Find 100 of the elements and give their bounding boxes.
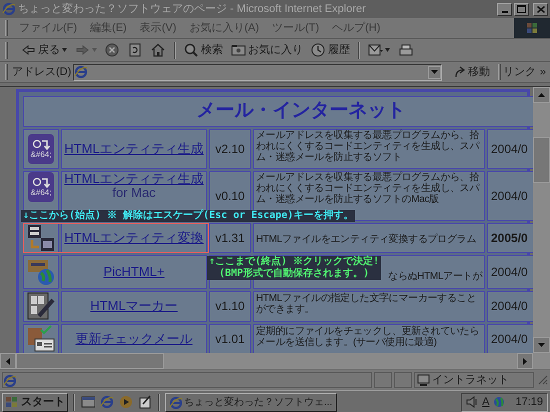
- status-panel: [374, 372, 392, 388]
- quick-launch-button[interactable]: [80, 394, 96, 410]
- section-heading: メール・インターネット: [196, 100, 406, 121]
- scroll-thumb[interactable]: [16, 353, 164, 369]
- version-text: v2.10: [215, 142, 245, 156]
- version-text: v0.10: [215, 188, 245, 202]
- home-icon: [151, 43, 166, 57]
- version-text: v1.31: [215, 230, 245, 244]
- clock-text: 17:19: [514, 394, 543, 410]
- description-text: HTMLファイルの指定した文字にマーカーすることができます。: [256, 292, 478, 314]
- clock-icon: [311, 43, 326, 57]
- ie-logo-icon: [169, 396, 182, 408]
- links-button[interactable]: リンク: [502, 64, 536, 80]
- notepad-icon: [138, 395, 152, 409]
- date-text: 2004/0: [491, 264, 528, 278]
- description-text: HTMLファイルをエンティティ変換するプログラム: [256, 234, 476, 244]
- end-hint-text: ↑ここまで(終点) ※クリックで決定!: [209, 256, 380, 268]
- window-title: ちょっと変わった？ソフトウェアのページ - Microsoft Internet Explorer: [18, 2, 367, 17]
- right-caret-icon: [523, 358, 527, 364]
- maximize-icon: [517, 5, 526, 13]
- globe-picture-icon: [27, 258, 55, 286]
- ie-logo-icon: [2, 2, 16, 16]
- up-caret-icon: [538, 93, 545, 97]
- refresh-icon: [128, 43, 143, 57]
- more-button[interactable]: »: [536, 64, 550, 80]
- ie-logo-icon: [100, 395, 114, 409]
- software-link[interactable]: PicHTML+: [103, 264, 165, 278]
- minimize-button[interactable]: [497, 2, 512, 16]
- close-button[interactable]: [533, 2, 548, 16]
- date-text: 2004/0: [491, 142, 528, 156]
- menu-item[interactable]: 表示(V): [134, 20, 182, 36]
- description-text: メールアドレスを収集する最悪プログラムから、拾われにくくするコードエンティティを生成し、スパム・迷惑メールを防止するソフト: [256, 130, 481, 162]
- globe-icon: [493, 396, 506, 408]
- toolbar-button[interactable]: 検索: [181, 40, 226, 60]
- mail-icon: [368, 43, 383, 57]
- scroll-thumb[interactable]: [533, 137, 550, 183]
- scroll-up-button[interactable]: [533, 87, 550, 103]
- menu-item[interactable]: 編集(E): [85, 20, 132, 36]
- desktop-icon: [81, 395, 95, 409]
- dropdown-caret-icon: [92, 48, 97, 52]
- folder-icon: [231, 43, 246, 57]
- dropdown-caret-icon: [385, 48, 390, 52]
- vertical-scrollbar[interactable]: [533, 87, 550, 353]
- menu-item[interactable]: お気に入り(A): [184, 20, 264, 36]
- security-zone-text: イントラネット: [432, 372, 509, 388]
- windows-flag-icon: [5, 396, 19, 408]
- description-text: メールアドレスを収集する最悪プログラムから、拾われにくくするコードエンティティを生成し、スパム・迷惑メールを防止するソフトのMac版: [256, 172, 481, 204]
- marker-pen-icon: [27, 292, 55, 320]
- toolbar-button[interactable]: お気に入り: [228, 40, 306, 60]
- page-icon: [3, 374, 16, 386]
- taskbar-window-button[interactable]: ちょっと変わった？ソフトウェ...: [165, 392, 337, 412]
- close-icon: [536, 6, 544, 12]
- menu-item[interactable]: ツール(T): [267, 20, 324, 36]
- input-mode-indicator[interactable]: A: [482, 394, 490, 410]
- description-text: 定期的にファイルをチェックし、更新されていたらメールを送信します。(サーバ使用に最適): [256, 326, 480, 348]
- start-hint-text: ↓ここから(始点) ※ 解除はエスケープ(Esc or Escape)キーを押す。: [23, 208, 354, 223]
- address-field[interactable]: [73, 64, 442, 80]
- date-text: 2004/0: [491, 188, 528, 202]
- scroll-right-button[interactable]: [517, 353, 533, 369]
- html-convert-icon: [27, 224, 55, 252]
- start-button[interactable]: スタート: [2, 392, 68, 412]
- scroll-left-button[interactable]: [0, 353, 16, 369]
- version-text: v1.10: [215, 299, 245, 313]
- left-caret-icon: [6, 358, 10, 364]
- dropdown-button[interactable]: [428, 66, 441, 78]
- quick-launch-button[interactable]: [137, 394, 153, 410]
- dropdown-caret-icon: [430, 70, 438, 74]
- speaker-icon: [466, 396, 478, 408]
- windows-flag-icon: [526, 22, 538, 34]
- platform-label: for Mac: [112, 184, 156, 200]
- minimize-icon: [502, 11, 508, 13]
- horizontal-scrollbar[interactable]: [0, 353, 550, 369]
- status-panel: [394, 372, 412, 388]
- search-icon: [184, 43, 199, 57]
- toolbar-button[interactable]: 戻る: [18, 40, 70, 60]
- end-hint-text: (BMP形式で自動保存されます。): [218, 268, 370, 280]
- menu-item[interactable]: ファイル(F): [14, 20, 82, 36]
- back-arrow-icon: [21, 43, 36, 57]
- software-link[interactable]: HTMLエンティティ生成: [64, 170, 204, 186]
- scroll-down-button[interactable]: [533, 337, 550, 353]
- toolbar-button[interactable]: 履歴: [308, 40, 353, 60]
- description-text: ならぬHTMLアートが: [388, 270, 482, 282]
- at-sign-icon: &#64;: [28, 134, 54, 164]
- page-icon: [74, 65, 88, 79]
- date-text: 2004/0: [491, 299, 528, 313]
- maximize-button[interactable]: [514, 2, 529, 16]
- resize-grip-icon: [536, 373, 548, 387]
- stop-icon: [105, 43, 120, 57]
- forward-arrow-icon: [75, 43, 90, 57]
- arrow-icon: [32, 176, 50, 188]
- dropdown-caret-icon: [62, 48, 67, 52]
- menu-item[interactable]: ヘルプ(H): [327, 20, 386, 36]
- mail-check-icon: [27, 325, 55, 353]
- printer-icon: [398, 43, 413, 57]
- down-caret-icon: [538, 343, 545, 347]
- computer-icon: [417, 374, 430, 386]
- arrow-icon: [454, 66, 466, 78]
- date-text: 2004/0: [491, 332, 528, 346]
- go-button[interactable]: 移動: [448, 64, 496, 80]
- version-text: v1.01: [215, 332, 245, 346]
